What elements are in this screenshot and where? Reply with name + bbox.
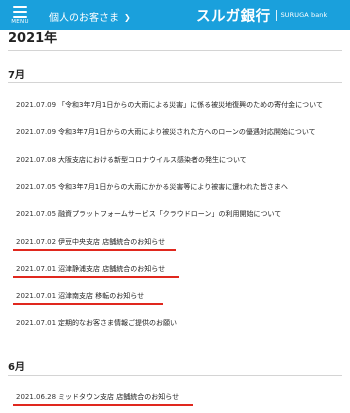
news-title-link[interactable]: 大阪支店における新型コロナウイルス感染者の発生について	[58, 155, 247, 165]
news-date: 2021.07.01	[16, 291, 57, 300]
news-date: 2021.07.09	[16, 100, 57, 109]
news-item[interactable]: 2021.07.09 「令和3年7月1日からの大雨による災害」に係る被災地復興の…	[16, 97, 323, 112]
news-title-link[interactable]: 定期的なお客さま情報ご提供のお願い	[58, 318, 177, 328]
news-item[interactable]: 2021.06.28 ミッドタウン支店 店舗統合のお知らせ	[16, 389, 179, 404]
news-title-link[interactable]: ミッドタウン支店 店舗統合のお知らせ	[58, 392, 179, 402]
news-item[interactable]: 2021.07.01 沼津静浦支店 店舗統合のお知らせ	[16, 261, 165, 276]
brand-name-jp: スルガ銀行	[196, 8, 271, 25]
news-date: 2021.07.08	[16, 155, 57, 164]
year-divider	[8, 50, 342, 51]
news-title-link[interactable]: 沼津静浦支店 店舗統合のお知らせ	[58, 264, 165, 274]
highlight-underline	[13, 249, 176, 251]
menu-label: MENU	[11, 19, 29, 25]
news-date: 2021.07.01	[16, 318, 57, 327]
menu-button[interactable]: MENU	[8, 3, 32, 28]
news-title-link[interactable]: 令和3年7月1日からの大雨により被災された方へのローンの優遇対応開始について	[58, 127, 316, 137]
audience-label: 個人のお客さま	[49, 13, 119, 24]
news-title-link[interactable]: 令和3年7月1日からの大雨にかかる災害等により被害に遭われた皆さまへ	[58, 182, 288, 192]
audience-selector[interactable]: 個人のお客さま ❯	[49, 9, 131, 24]
month-divider	[8, 375, 342, 376]
site-header: MENU 個人のお客さま ❯ スルガ銀行 SURUGA bank	[0, 0, 350, 30]
highlight-underline	[13, 276, 179, 278]
news-title-link[interactable]: 融資プラットフォームサービス「クラウドローン」の利用開始について	[58, 209, 281, 219]
news-date: 2021.07.02	[16, 237, 57, 246]
news-item[interactable]: 2021.07.01 定期的なお客さま情報ご提供のお願い	[16, 315, 177, 330]
month-divider	[8, 82, 342, 83]
brand-logo[interactable]: スルガ銀行 SURUGA bank	[196, 5, 327, 25]
highlight-underline	[13, 303, 163, 305]
month-heading: 6月	[8, 362, 25, 373]
year-heading: 2021年	[8, 31, 58, 46]
news-date: 2021.07.01	[16, 264, 57, 273]
chevron-down-icon: ❯	[124, 13, 131, 22]
news-date: 2021.06.28	[16, 392, 57, 401]
news-item[interactable]: 2021.07.05 令和3年7月1日からの大雨にかかる災害等により被害に遭われ…	[16, 179, 288, 194]
news-date: 2021.07.05	[16, 182, 57, 191]
news-title-link[interactable]: 「令和3年7月1日からの大雨による災害」に係る被災地復興のための寄付金について	[58, 100, 323, 110]
news-item[interactable]: 2021.07.02 伊豆中央支店 店舗統合のお知らせ	[16, 234, 165, 249]
news-item[interactable]: 2021.07.09 令和3年7月1日からの大雨により被災された方へのローンの優…	[16, 124, 316, 139]
month-heading: 7月	[8, 70, 25, 81]
highlight-underline	[13, 404, 193, 406]
brand-separator	[275, 9, 277, 21]
news-title-link[interactable]: 伊豆中央支店 店舗統合のお知らせ	[58, 237, 165, 247]
brand-name-en: SURUGA bank	[280, 11, 328, 19]
news-item[interactable]: 2021.07.08 大阪支店における新型コロナウイルス感染者の発生について	[16, 152, 247, 167]
news-item[interactable]: 2021.07.05 融資プラットフォームサービス「クラウドローン」の利用開始に…	[16, 206, 281, 221]
news-date: 2021.07.05	[16, 209, 57, 218]
news-item[interactable]: 2021.07.01 沼津南支店 移転のお知らせ	[16, 288, 144, 303]
news-title-link[interactable]: 沼津南支店 移転のお知らせ	[58, 291, 144, 301]
news-date: 2021.07.09	[16, 127, 57, 136]
